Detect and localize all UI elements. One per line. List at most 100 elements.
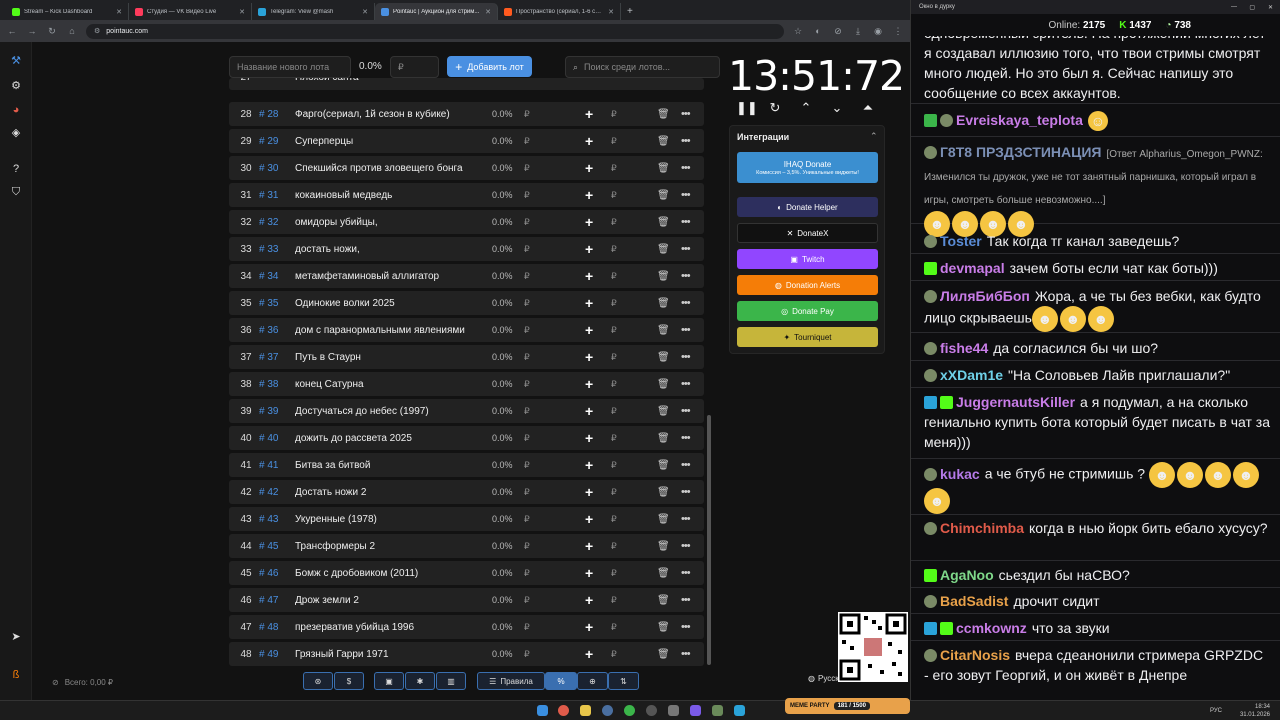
search-input[interactable]: ⌕ Поиск среди лотов... [565, 56, 720, 78]
trash-icon[interactable]: 🗑 [657, 379, 670, 390]
more-icon[interactable]: ••• [681, 351, 691, 363]
chat-username[interactable]: Г8Т8 ПРЗДЗСТИНАЦИЯ [940, 144, 1101, 160]
lot-id[interactable]: # 39 [259, 406, 278, 417]
lot-id[interactable]: # 40 [259, 433, 278, 444]
twitch-button[interactable]: ▣ Twitch [737, 249, 878, 269]
more-icon[interactable]: ••• [681, 594, 691, 606]
app-icon[interactable] [668, 705, 679, 716]
more-icon[interactable]: ••• [681, 513, 691, 525]
add-amount-button[interactable]: + [585, 376, 593, 392]
add-amount-button[interactable]: + [585, 349, 593, 365]
extension-icon[interactable]: ⊘ [832, 26, 844, 37]
lot-name[interactable]: Дрож земли 2 [295, 595, 475, 606]
amount-input[interactable]: ₽ [390, 56, 439, 78]
lot-name[interactable]: Одинокие волки 2025 [295, 298, 475, 309]
trash-icon[interactable]: 🗑 [657, 163, 670, 174]
lot-id[interactable]: # 41 [259, 460, 278, 471]
lot-name[interactable]: Трансформеры 2 [295, 541, 475, 552]
more-icon[interactable]: ••• [681, 216, 691, 228]
donate-button[interactable]: $ [334, 672, 364, 690]
chevron-down-icon[interactable]: ⌄ [829, 100, 845, 116]
close-icon[interactable]: ✕ [485, 8, 491, 16]
add-amount-button[interactable]: + [585, 619, 593, 635]
trash-icon[interactable]: 🗑 [657, 244, 670, 255]
lot-id[interactable]: # 38 [259, 379, 278, 390]
shield-icon[interactable]: ⛉ [9, 185, 23, 199]
lot-name[interactable]: Достать ножи 2 [295, 487, 475, 498]
more-icon[interactable]: ••• [681, 486, 691, 498]
lot-name[interactable]: Спекшийся против зловещего бонга [295, 163, 475, 174]
more-icon[interactable]: ••• [681, 567, 691, 579]
app-icon[interactable] [690, 705, 701, 716]
add-amount-button[interactable]: + [585, 268, 593, 284]
lot-id[interactable]: # 49 [259, 649, 278, 660]
chat-username[interactable]: Evreiskaya_teplota [956, 112, 1083, 128]
layers-icon[interactable]: ◈ [9, 126, 23, 140]
tab-0[interactable]: Stream – Kick Dashboard ✕ [6, 3, 129, 20]
boosty-icon[interactable]: ß [9, 668, 23, 682]
lot-name[interactable]: Фарго(сериал, 1й сезон в кубике) [295, 109, 475, 120]
add-amount-button[interactable]: + [585, 214, 593, 230]
add-amount-button[interactable]: + [585, 160, 593, 176]
lot-id[interactable]: # 37 [259, 352, 278, 363]
lot-id[interactable]: # 48 [259, 622, 278, 633]
compact-toggle[interactable]: ⊕ [577, 672, 608, 690]
more-icon[interactable]: ••• [681, 405, 691, 417]
lot-name[interactable]: презерватив убийца 1996 [295, 622, 475, 633]
chevron-up-icon[interactable]: ⌃ [798, 100, 814, 116]
tab-4[interactable]: Пространство (сериал, 1-6 сез... ✕ [498, 3, 621, 20]
close-icon[interactable]: ✕ [608, 8, 614, 16]
save-button[interactable]: ▣ [374, 672, 404, 690]
telegram-icon[interactable]: ➤ [9, 630, 23, 644]
lot-name[interactable]: дожить до рассвета 2025 [295, 433, 475, 444]
chat-username[interactable]: xXDam1e [940, 367, 1003, 383]
chat-username[interactable]: fishe44 [940, 340, 988, 356]
maximize-icon[interactable]: ▢ [1249, 4, 1255, 11]
lot-name[interactable]: Бомж с дробовиком (2011) [295, 568, 475, 579]
windows-start-icon[interactable] [537, 705, 548, 716]
lot-id[interactable]: # 31 [259, 190, 278, 201]
lot-name[interactable]: кокаиновый медведь [295, 190, 475, 201]
lot-id[interactable]: # 36 [259, 325, 278, 336]
trash-icon[interactable]: 🗑 [657, 109, 670, 120]
donate-helper-button[interactable]: ◐ Donate Helper [737, 197, 878, 217]
add-amount-button[interactable]: + [585, 403, 593, 419]
download-icon[interactable]: ⤓ [852, 26, 864, 37]
tab-2[interactable]: Telegram: View @mash ✕ [252, 3, 375, 20]
settings-icon[interactable]: ⚙ [9, 79, 23, 93]
more-icon[interactable]: ••• [681, 189, 691, 201]
chat-username[interactable]: JuggernautsKiller [956, 394, 1075, 410]
more-icon[interactable]: ••• [681, 648, 691, 660]
lot-name[interactable]: Суперперцы [295, 136, 475, 147]
new-tab-icon[interactable]: + [621, 6, 639, 20]
close-icon[interactable]: ✕ [362, 8, 368, 16]
chevron-up-icon[interactable]: ⌃ [870, 131, 878, 142]
add-lot-button[interactable]: + Добавить лот [447, 56, 532, 77]
add-amount-button[interactable]: + [585, 430, 593, 446]
lot-id[interactable]: # 30 [259, 163, 278, 174]
lot-id[interactable]: # 47 [259, 595, 278, 606]
add-amount-button[interactable]: + [585, 241, 593, 257]
chrome-icon[interactable] [558, 705, 569, 716]
add-amount-button[interactable]: + [585, 511, 593, 527]
add-amount-button[interactable]: + [585, 484, 593, 500]
add-amount-button[interactable]: + [585, 592, 593, 608]
add-amount-button[interactable]: + [585, 457, 593, 473]
github-button[interactable]: ⊛ [303, 672, 333, 690]
donation-alerts-button[interactable]: ◍ Donation Alerts [737, 275, 878, 295]
chat-username[interactable]: BadSadist [940, 593, 1008, 609]
telegram-icon[interactable] [734, 705, 745, 716]
lot-id[interactable]: # 32 [259, 217, 278, 228]
lot-name[interactable]: метамфетаминовый аллигатор [295, 271, 475, 282]
app-icon[interactable] [712, 705, 723, 716]
chat-username[interactable]: AgaNoo [940, 567, 994, 583]
trash-icon[interactable]: 🗑 [657, 298, 670, 309]
back-icon[interactable]: ← [6, 26, 18, 36]
lot-name[interactable]: Достучаться до небес (1997) [295, 406, 475, 417]
more-icon[interactable]: ••• [681, 243, 691, 255]
add-amount-button[interactable]: + [585, 133, 593, 149]
more-icon[interactable]: ••• [681, 270, 691, 282]
more-icon[interactable]: ••• [681, 162, 691, 174]
pause-icon[interactable]: ❚❚ [736, 100, 758, 116]
chat-username[interactable]: CitarNosis [940, 647, 1010, 663]
